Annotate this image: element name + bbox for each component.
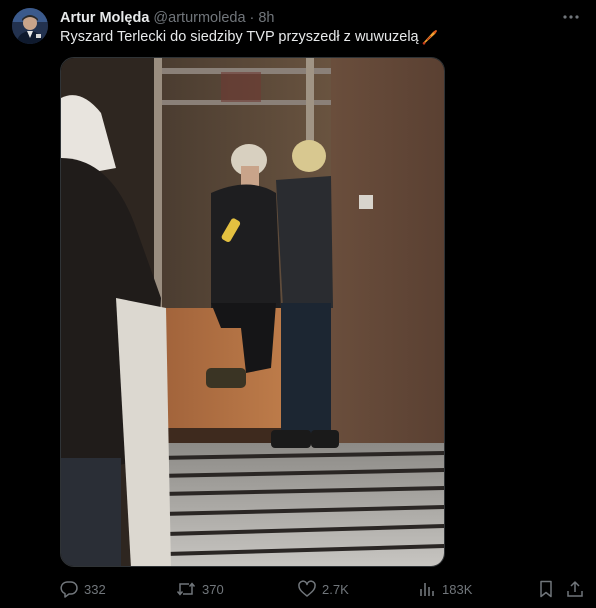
bookmark-icon <box>540 580 552 598</box>
like-icon <box>298 580 316 597</box>
tweet[interactable]: Artur Molęda @arturmoleda · 8h Ryszard T… <box>0 0 596 608</box>
more-options-button[interactable] <box>560 6 582 28</box>
tweet-header: Artur Molęda @arturmoleda · 8h <box>60 8 275 28</box>
action-bar: 332 370 2.7K 183K <box>60 578 588 600</box>
author-handle[interactable]: @arturmoleda <box>153 10 245 26</box>
more-icon <box>563 15 579 19</box>
avatar-image <box>12 8 48 44</box>
repost-count: 370 <box>202 581 224 597</box>
tweet-photo[interactable] <box>60 57 445 567</box>
tweet-text: Ryszard Terlecki do siedziby TVP przysze… <box>60 29 438 45</box>
separator-dot: · <box>249 10 255 26</box>
share-icon <box>567 581 583 597</box>
reply-icon <box>60 581 78 598</box>
reply-count: 332 <box>84 581 106 597</box>
author-display-name[interactable]: Artur Molęda <box>60 10 149 26</box>
view-count: 183K <box>442 581 473 597</box>
tweet-text-content: Ryszard Terlecki do siedziby TVP przysze… <box>60 29 419 45</box>
like-button[interactable]: 2.7K <box>298 578 349 600</box>
avatar[interactable] <box>12 8 48 44</box>
bookmark-button[interactable] <box>538 578 554 600</box>
views-icon <box>420 583 434 596</box>
like-count: 2.7K <box>322 581 349 597</box>
views-button[interactable]: 183K <box>418 578 472 600</box>
photo-illustration <box>61 58 444 566</box>
reply-button[interactable]: 332 <box>60 578 106 600</box>
repost-icon <box>176 582 196 596</box>
tweet-timestamp[interactable]: 8h <box>258 10 274 26</box>
repost-button[interactable]: 370 <box>176 578 224 600</box>
share-button[interactable] <box>566 578 584 600</box>
vuvuzela-emoji <box>422 30 437 45</box>
